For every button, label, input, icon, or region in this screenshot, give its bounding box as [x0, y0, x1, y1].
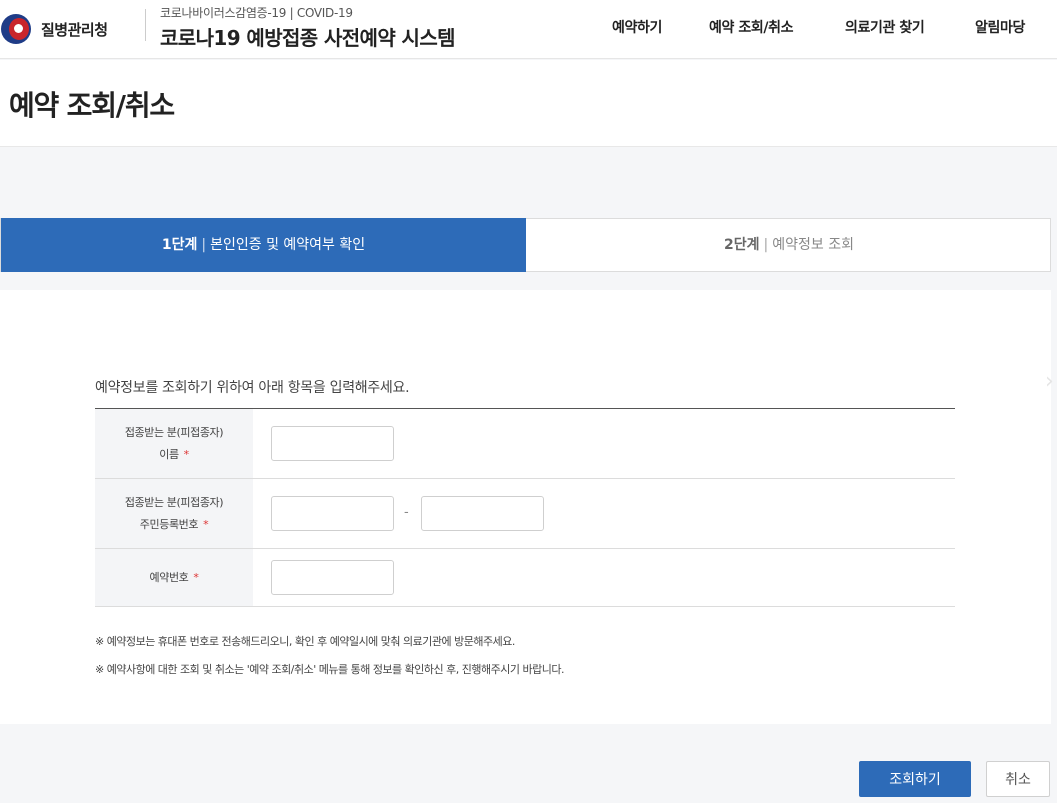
required-mark: *: [183, 447, 190, 461]
field-label-name: 접종받는 분(피접종자) 이름 *: [95, 409, 253, 478]
field-label-rrn: 접종받는 분(피접종자) 주민등록번호 *: [95, 479, 253, 548]
required-mark: *: [193, 570, 199, 584]
form-row-reservation-number: 예약번호 *: [95, 549, 955, 607]
nav-notices[interactable]: 알림마당: [975, 17, 1025, 37]
nav-find-clinic[interactable]: 의료기관 찾기: [845, 17, 925, 37]
form-row-rrn: 접종받는 분(피접종자) 주민등록번호 * -: [95, 479, 955, 549]
lookup-form: 접종받는 분(피접종자) 이름 * 접종받는 분(피접종자) 주민등록번호 * - …: [95, 408, 955, 607]
chevron-right-icon: ›: [1045, 369, 1054, 394]
form-row-name: 접종받는 분(피접종자) 이름 *: [95, 409, 955, 479]
step-1-tab: 1단계 | 본인인증 및 예약여부 확인: [1, 218, 526, 272]
name-input[interactable]: [271, 426, 394, 461]
reservation-number-input[interactable]: [271, 560, 394, 595]
step-label: 본인인증 및 예약여부 확인: [210, 237, 366, 253]
search-button[interactable]: 조회하기: [859, 761, 971, 797]
page-title: 예약 조회/취소: [9, 89, 175, 122]
label-line: 예약번호: [149, 570, 189, 584]
cancel-button[interactable]: 취소: [986, 761, 1050, 797]
label-line: 접종받는 분(피접종자): [124, 495, 224, 509]
required-mark: *: [203, 517, 209, 531]
step-indicator: 1단계 | 본인인증 및 예약여부 확인 2단계 | 예약정보 조회: [0, 218, 1051, 272]
field-label-reservation-number: 예약번호 *: [95, 549, 253, 606]
org-name: 질병관리청: [41, 20, 108, 39]
step-number: 2단계: [724, 237, 760, 253]
kdca-logo-icon: [1, 14, 31, 44]
top-header: 질병관리청 코로나바이러스감염증-19 | COVID-19 코로나19 예방접…: [0, 0, 1057, 59]
header-divider: [145, 9, 146, 41]
step-label: 예약정보 조회: [772, 237, 854, 253]
label-line: 이름: [159, 447, 179, 461]
form-notes: ※ 예약정보는 휴대폰 번호로 전송해드리오니, 확인 후 예약일시에 맞춰 의…: [95, 628, 564, 684]
rrn-separator: -: [404, 505, 409, 520]
system-title[interactable]: 코로나19 예방접종 사전예약 시스템: [160, 22, 456, 51]
nav-lookup-cancel[interactable]: 예약 조회/취소: [709, 17, 793, 37]
note-line: ※ 예약정보는 휴대폰 번호로 전송해드리오니, 확인 후 예약일시에 맞춰 의…: [95, 635, 515, 648]
nav-reserve[interactable]: 예약하기: [612, 17, 662, 37]
step-2-tab: 2단계 | 예약정보 조회: [526, 219, 1052, 271]
step-number: 1단계: [161, 237, 198, 253]
label-line: 주민등록번호: [139, 517, 199, 531]
step-separator: |: [201, 237, 207, 253]
step-separator: |: [763, 237, 769, 253]
label-line: 접종받는 분(피접종자): [124, 425, 224, 439]
rrn-back-input[interactable]: [421, 496, 544, 531]
page-header: 예약 조회/취소: [0, 60, 1057, 147]
system-subtitle: 코로나바이러스감염증-19 | COVID-19: [160, 6, 353, 20]
note-line: ※ 예약사항에 대한 조회 및 취소는 '예약 조회/취소' 메뉴를 통해 정보…: [95, 663, 564, 676]
org-logo[interactable]: 질병관리청: [0, 14, 108, 44]
lookup-form-panel: 예약정보를 조회하기 위하여 아래 항목을 입력해주세요. 접종받는 분(피접종…: [0, 290, 1051, 724]
form-intro: 예약정보를 조회하기 위하여 아래 항목을 입력해주세요.: [95, 380, 410, 396]
rrn-front-input[interactable]: [271, 496, 394, 531]
